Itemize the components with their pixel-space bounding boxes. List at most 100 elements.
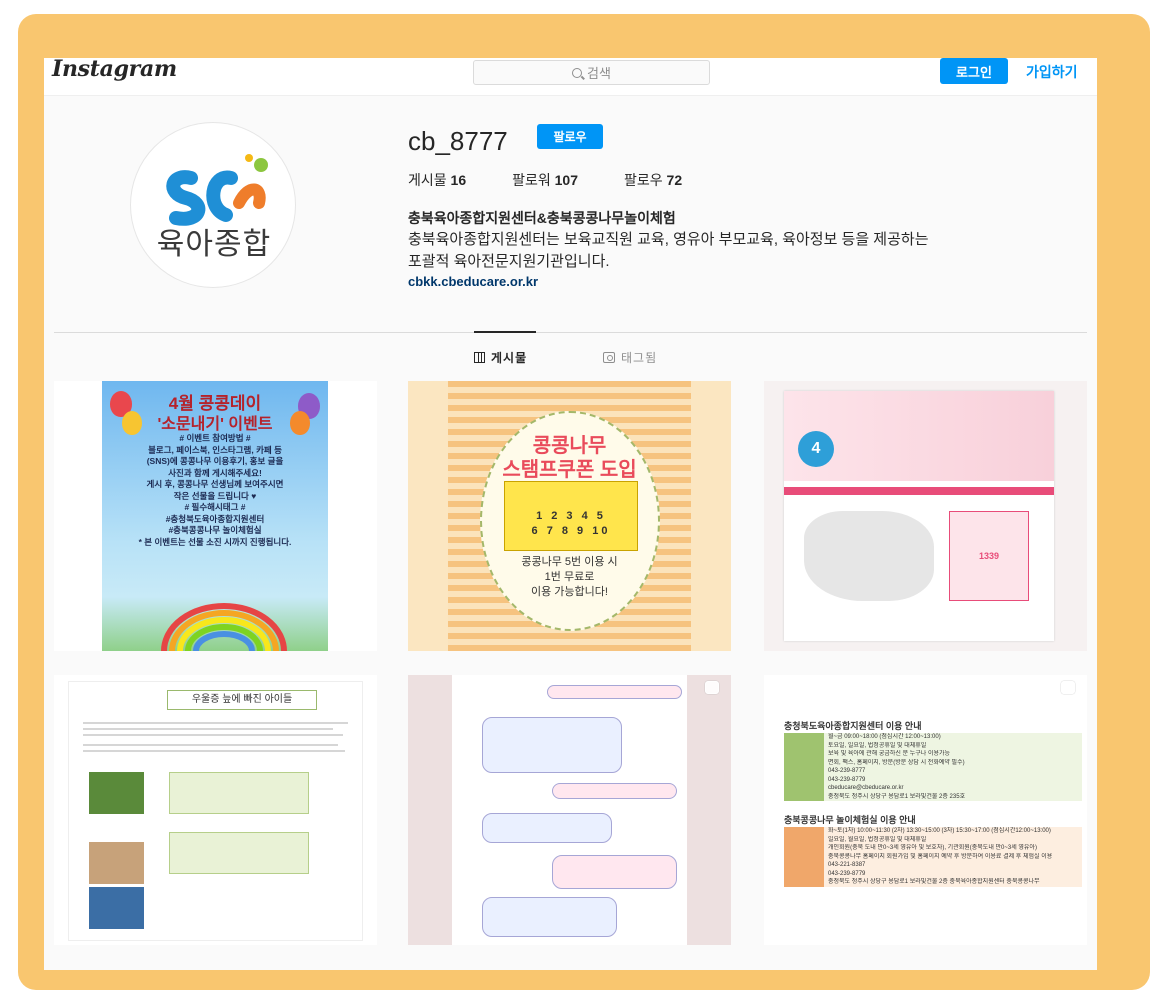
chat-paper (452, 675, 687, 945)
carousel-icon (705, 681, 719, 694)
content-box (169, 772, 309, 814)
info-row: 043-239-8777 (784, 767, 1082, 776)
bio-line: 포괄적 육아전문지원기관입니다. (408, 253, 610, 270)
info-row: 043-221-8387 (784, 861, 1082, 870)
chat-bubble (482, 897, 617, 937)
followers-count[interactable]: 팔로워 107 (512, 170, 578, 190)
active-tab-indicator (474, 331, 536, 333)
info-value-cell: 043-239-8779 (828, 870, 866, 877)
info-row: 043-239-8779 (784, 869, 1082, 878)
post-body-text: # 이벤트 참여방법 # 블로그, 페이스북, 인스타그램, 카페 등 (SNS… (138, 433, 292, 547)
tabs-divider (54, 332, 1087, 333)
avatar[interactable]: 육아종합 (130, 122, 296, 288)
newsletter-bar (784, 487, 1054, 495)
info-key-cell (784, 852, 824, 861)
info-row: cbeducare@cbeducare.or.kr (784, 784, 1082, 793)
month-badge: 4 (798, 431, 834, 467)
info-value-cell: 면회, 팩스, 홈페이지, 방문(방문 상담 시 전화예약 필수) (828, 759, 965, 766)
grid-icon (474, 352, 485, 363)
info-table: 월~금 09:00~18:00 (점심시간 12:00~13:00) 토요일, 일… (784, 733, 1082, 801)
info-value-cell: 043-239-8777 (828, 768, 866, 774)
avatar-text: 육아종합 (156, 228, 272, 261)
tab-tagged-label: 태그됨 (621, 351, 658, 365)
info-value-cell: 충북콩콩나무 홈페이지 회원가입 및 홈페이지 예약 후 방문하여 이용료 결제… (828, 853, 1053, 860)
post-thumbnail[interactable]: 4 1339 (764, 381, 1087, 651)
post-thumbnail[interactable]: 콩콩나무 스탬프쿠폰 도입 1 2 3 4 5 6 7 8 9 10 콩콩나무 … (408, 381, 731, 651)
rainbow-icon (161, 603, 287, 651)
follow-button[interactable]: 팔로우 (537, 124, 603, 149)
info-key-cell (784, 792, 824, 801)
info-value-cell: 화~토(1차) 10:00~11:30 (2차) 13:30~15:00 (3차… (828, 828, 1051, 834)
profile-website-link[interactable]: cbkk.cbeducare.or.kr (408, 274, 538, 289)
info-value-cell: 보육 및 육아에 관해 궁금하신 분 누구나 이용가능 (828, 751, 951, 757)
fee-text: 1339 (978, 551, 1000, 561)
info-key-cell (784, 835, 824, 844)
info-value-cell: 일요일, 월요일, 법정공휴일 및 대체휴일 (828, 836, 927, 843)
brand-logo-icon (166, 154, 268, 226)
illustration-image (89, 887, 144, 929)
info-row: 면회, 팩스, 홈페이지, 방문(방문 상담 시 전화예약 필수) (784, 758, 1082, 767)
info-key-cell (784, 869, 824, 878)
tab-tagged[interactable]: 태그됨 (603, 349, 657, 366)
info-key-cell (784, 878, 824, 887)
info-heading: 충북콩콩나무 놀이체험실 이용 안내 (784, 815, 916, 825)
info-row: 043-239-8779 (784, 775, 1082, 784)
search-input[interactable]: 검색 (473, 60, 710, 85)
info-row: 화~토(1차) 10:00~11:30 (2차) 13:30~15:00 (3차… (784, 827, 1082, 836)
info-key-cell (784, 741, 824, 750)
illustration-image (89, 842, 144, 884)
post-thumbnail[interactable] (408, 675, 731, 945)
stamp-row: 1 2 3 4 5 (536, 510, 606, 522)
tab-posts-label: 게시물 (491, 351, 528, 365)
search-placeholder: 검색 (587, 66, 611, 81)
posts-count: 게시물 16 (408, 172, 467, 188)
carousel-icon (1061, 681, 1075, 694)
tagged-icon (603, 352, 615, 363)
stamp-numbers: 1 2 3 4 5 6 7 8 9 10 (508, 509, 634, 539)
content-box (169, 832, 309, 874)
newsletter-page: 4 1339 (784, 391, 1054, 641)
info-value-cell: 043-221-8387 (828, 862, 866, 868)
bio-line: 충북육아종합지원센터는 보육교직원 교육, 영유아 부모교육, 육아정보 등을 … (408, 231, 929, 248)
illustration-image (89, 772, 144, 814)
info-value-cell: 토요일, 일요일, 법정공휴일 및 대체휴일 (828, 742, 927, 749)
following-count[interactable]: 팔로우 72 (624, 170, 682, 190)
text-line (83, 734, 343, 736)
login-button[interactable]: 로그인 (940, 58, 1008, 84)
chat-bubble (482, 717, 622, 773)
info-key-cell (784, 767, 824, 776)
info-key-cell (784, 775, 824, 784)
profile-full-name: 충북육아종합지원센터&충북콩콩나무놀이체험 (408, 210, 676, 226)
info-value-cell: 043-239-8779 (828, 776, 866, 783)
text-line (83, 728, 333, 730)
post-subtitle: '소문내기' 이벤트 (157, 416, 273, 433)
post-thumbnail[interactable]: 충청북도육아종합지원센터 이용 안내 월~금 09:00~18:00 (점심시간… (764, 675, 1087, 945)
chat-bubble (552, 783, 677, 799)
post-thumbnail[interactable]: 4월 콩콩데이 '소문내기' 이벤트 # 이벤트 참여방법 # 블로그, 페이스… (54, 381, 377, 651)
info-key-cell (784, 844, 824, 853)
info-value-cell: cbeducare@cbeducare.or.kr (828, 785, 904, 791)
info-key-cell (784, 861, 824, 870)
info-key-cell (784, 750, 824, 759)
stamp-row: 6 7 8 9 10 (531, 525, 611, 537)
text-line (83, 750, 345, 752)
info-row: 일요일, 월요일, 법정공휴일 및 대체휴일 (784, 835, 1082, 844)
info-key-cell (784, 758, 824, 767)
chat-bubble (547, 685, 682, 699)
info-row: 토요일, 일요일, 법정공휴일 및 대체휴일 (784, 741, 1082, 750)
info-value-cell: 월~금 09:00~18:00 (점심시간 12:00~13:00) (828, 734, 941, 740)
document-title: 우울증 늪에 빠진 아이들 (167, 690, 317, 710)
instagram-logo[interactable]: Instagram (52, 58, 177, 82)
text-line (83, 722, 348, 724)
info-value-cell: 충청북도 청주시 상당구 용담로1 보라빛건물 2층 235호 (828, 793, 966, 800)
post-body-text: 콩콩나무 5번 이용 시 1번 무료로 이용 가능합니다! (521, 556, 618, 598)
info-key-cell (784, 827, 824, 836)
info-heading: 충청북도육아종합지원센터 이용 안내 (784, 721, 922, 731)
info-row: 충청북도 청주시 상당구 용담로1 보라빛건물 2층 235호 (784, 792, 1082, 801)
info-row: 개인회원(충북 도내 만0~3세 영유아 및 보호자), 기관회원(충북도내 만… (784, 844, 1082, 853)
post-thumbnail[interactable]: 우울증 늪에 빠진 아이들 (54, 675, 377, 945)
signup-link[interactable]: 가입하기 (1026, 62, 1078, 82)
instagram-window: Instagram 검색 로그인 가입하기 육아종합 cb_8777 팔로우 게… (44, 58, 1097, 970)
tab-posts[interactable]: 게시물 (474, 349, 527, 366)
info-value-cell: 충청북도 청주시 상당구 용담로1 보라빛건물 2층 충북육아종합지원센터 충북… (828, 879, 1040, 885)
